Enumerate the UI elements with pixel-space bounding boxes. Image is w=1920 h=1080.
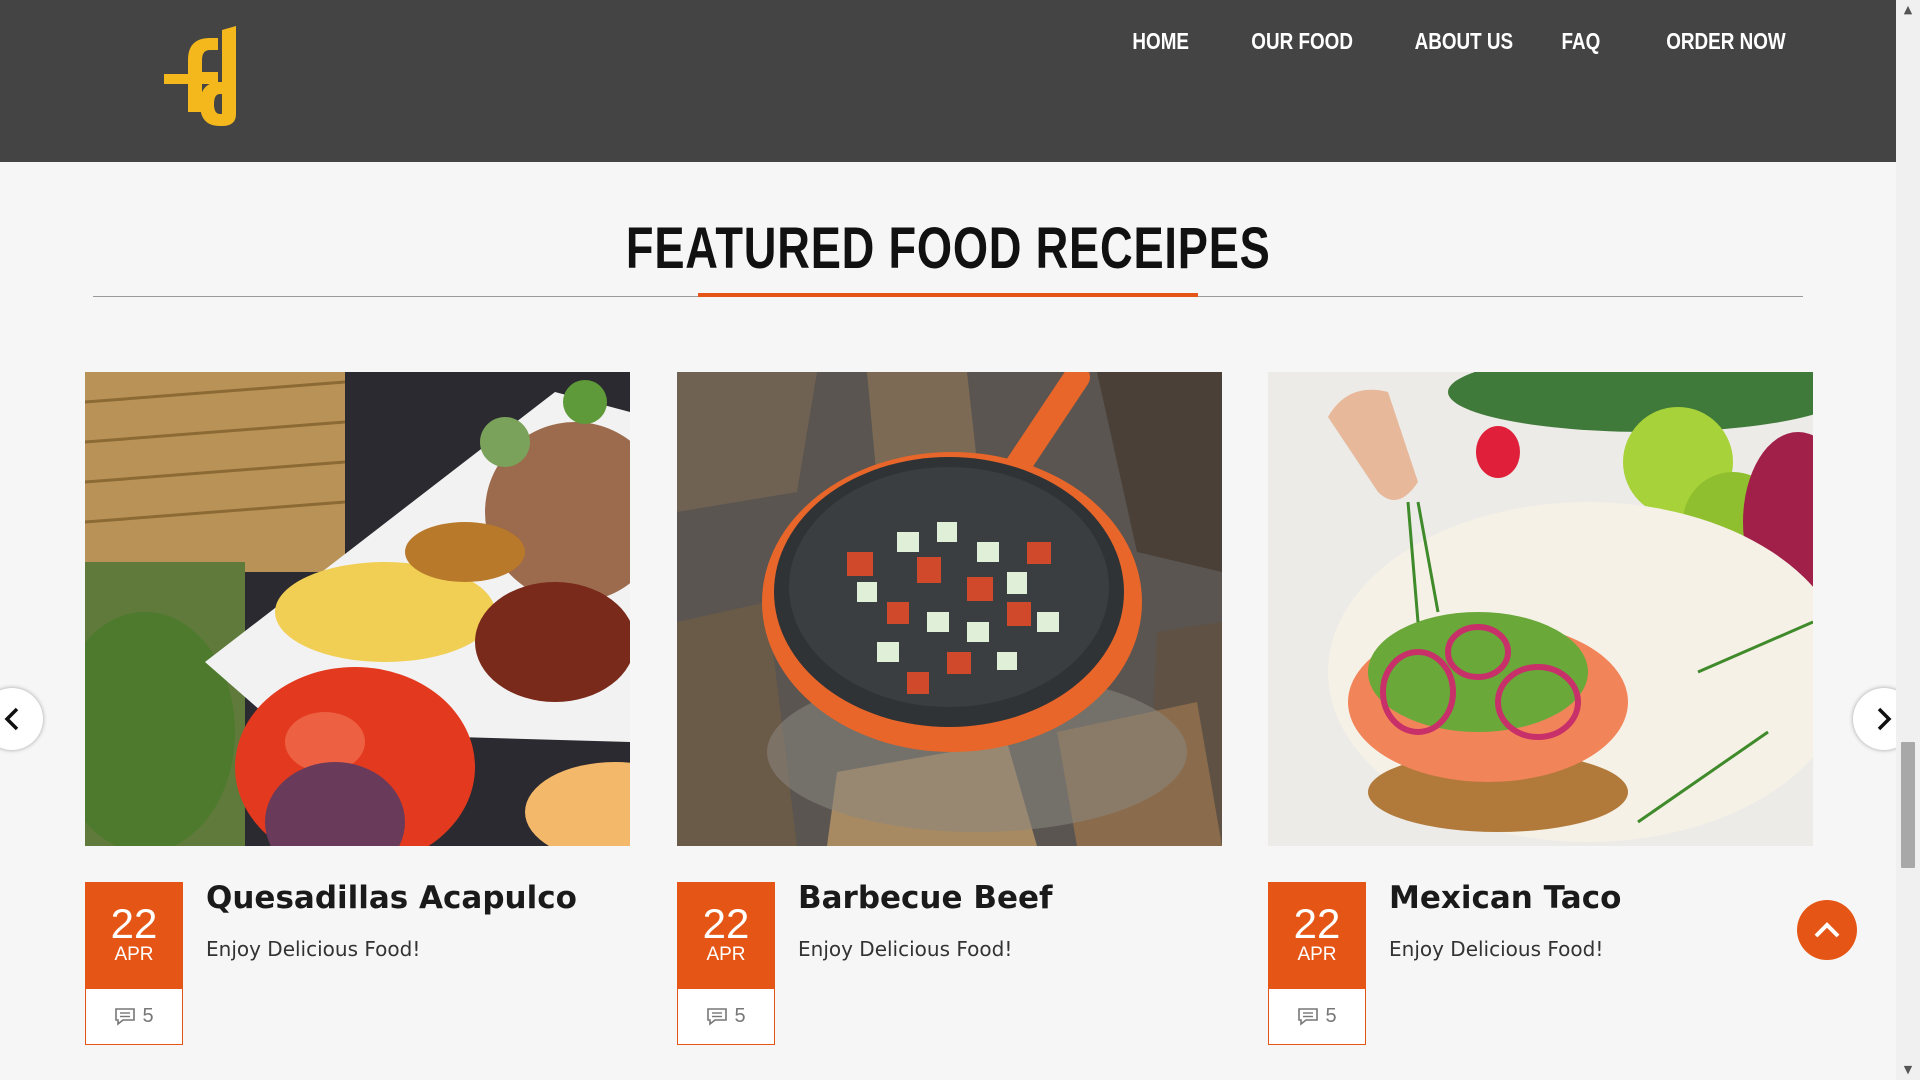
recipe-photo[interactable] [85,372,630,846]
comment-count[interactable]: 5 [678,989,774,1044]
scroll-down-arrow-icon[interactable]: ▼ [1896,1060,1920,1080]
fd-logo-icon [164,26,236,126]
post-month: APR [1297,944,1337,965]
recipe-title[interactable]: Mexican Taco [1389,880,1621,916]
scroll-up-arrow-icon[interactable]: ▲ [1896,0,1920,20]
nav-about-us[interactable]: ABOUT US [1415,28,1514,55]
scrollbar-thumb[interactable] [1901,742,1915,868]
post-date: 22 APR [86,883,182,989]
recipe-title[interactable]: Barbecue Beef [798,880,1052,916]
post-day: 22 [110,900,158,947]
recipe-subtitle: Enjoy Delicious Food! [1389,937,1604,961]
post-month: APR [706,944,746,965]
recipe-card-barbecue-beef[interactable]: 22 APR 5 Barbecue Beef Enjoy Delicious F… [677,372,1222,1052]
page-scrollbar[interactable]: ▲ ▼ [1896,0,1920,1080]
recipe-photo[interactable] [1268,372,1813,846]
comment-count-value: 5 [1325,1005,1337,1027]
recipe-card-mexican-taco[interactable]: 22 APR 5 Mexican Taco Enjoy Delicious Fo… [1268,372,1813,1052]
rice-plate-photo-image [85,372,630,846]
post-day: 22 [1293,900,1341,947]
chevron-left-icon [4,707,19,731]
back-to-top-button[interactable] [1797,900,1857,960]
salmon-tostada-photo-image [1268,372,1813,846]
post-date-box: 22 APR 5 [1268,882,1366,1045]
nav-order-now[interactable]: ORDER NOW [1667,28,1786,55]
skillet-campfire-photo-image [677,372,1222,846]
chevron-up-icon [1814,922,1840,938]
recipe-title[interactable]: Quesadillas Acapulco [206,880,577,916]
section-heading: FEATURED FOOD RECEIPES [0,215,1896,282]
nav-home[interactable]: HOME [1132,28,1189,55]
recipe-photo[interactable] [677,372,1222,846]
chevron-right-icon [1877,707,1892,731]
post-date-box: 22 APR 5 [85,882,183,1045]
heading-accent-underline [698,293,1198,297]
recipe-card-quesadillas[interactable]: 22 APR 5 Quesadillas Acapulco Enjoy Deli… [85,372,630,1052]
post-date: 22 APR [678,883,774,989]
nav-faq[interactable]: FAQ [1562,28,1601,55]
site-header: HOME OUR FOOD ABOUT US FAQ ORDER NOW [0,0,1896,162]
comment-icon [1298,1007,1319,1026]
post-day: 22 [702,900,750,947]
brand-logo[interactable] [160,20,260,130]
section-title: FEATURED FOOD RECEIPES [625,216,1271,281]
post-month: APR [114,944,154,965]
comment-icon [115,1007,136,1026]
main-nav: HOME OUR FOOD ABOUT US FAQ ORDER NOW [1080,28,1786,55]
comment-icon [707,1007,728,1026]
comment-count-value: 5 [734,1005,746,1027]
recipe-subtitle: Enjoy Delicious Food! [206,937,421,961]
post-date: 22 APR [1269,883,1365,989]
nav-our-food[interactable]: OUR FOOD [1251,28,1353,55]
recipe-subtitle: Enjoy Delicious Food! [798,937,1013,961]
post-date-box: 22 APR 5 [677,882,775,1045]
comment-count[interactable]: 5 [1269,989,1365,1044]
comment-count-value: 5 [142,1005,154,1027]
comment-count[interactable]: 5 [86,989,182,1044]
carousel-prev-button[interactable] [0,688,43,750]
